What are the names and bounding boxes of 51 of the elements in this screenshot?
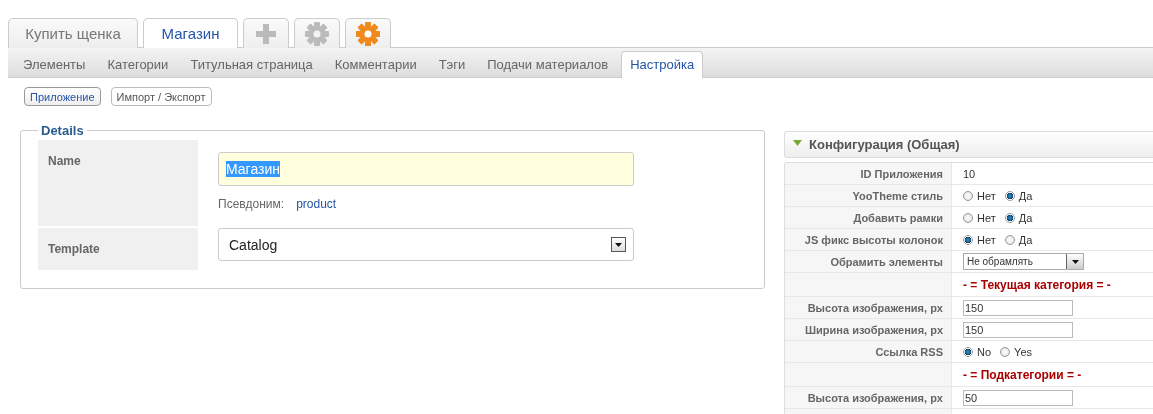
dropdown-arrow-icon xyxy=(1071,259,1079,264)
radio-option[interactable]: Нет xyxy=(963,189,996,202)
setting-label: JS фикс высоты колонок xyxy=(785,229,952,250)
setting-label: Добавить рамки xyxy=(785,207,952,228)
panel-header[interactable]: Конфигурация (Общая) xyxy=(784,131,1153,158)
radio-option[interactable]: Да xyxy=(1004,189,1033,202)
group-heading: - = Текущая категория = - xyxy=(963,277,1111,292)
tab[interactable] xyxy=(243,18,289,48)
nav-tab[interactable]: Тэги xyxy=(429,51,475,78)
gear-icon xyxy=(356,21,380,46)
nav-tab[interactable]: Элементы xyxy=(14,51,95,78)
setting-label: Ссылка RSS xyxy=(785,341,952,362)
section-title: Details xyxy=(40,123,85,138)
select-field[interactable]: Не обрамлять xyxy=(963,253,1084,270)
gear-icon xyxy=(305,21,329,46)
setting-label: ID Приложения xyxy=(785,163,952,184)
tab[interactable] xyxy=(345,18,391,48)
tab[interactable]: Купить щенка xyxy=(8,18,138,48)
field-label: Name xyxy=(38,140,198,226)
number-input[interactable]: 150 xyxy=(963,321,1073,338)
setting-label: Высота изображения, px xyxy=(785,387,952,408)
triangle-icon xyxy=(793,140,802,149)
setting-label: YooTheme стиль xyxy=(785,185,952,206)
setting-label: Обрамить элементы xyxy=(785,251,952,272)
tab[interactable]: Магазин xyxy=(143,18,238,48)
plus-icon xyxy=(254,21,278,46)
radio-option[interactable]: No xyxy=(963,345,992,358)
tab[interactable] xyxy=(294,18,340,48)
section-button[interactable]: Приложение xyxy=(24,87,101,106)
radio-option[interactable]: Нет xyxy=(963,211,996,224)
nav-tab[interactable]: Категории xyxy=(98,51,178,78)
template-select[interactable]: Catalog xyxy=(218,228,634,261)
radio-option[interactable]: Нет xyxy=(963,233,996,246)
setting-label: Ширина изображения, px xyxy=(785,319,952,340)
group-heading: - = Подкатегории = - xyxy=(963,367,1082,382)
dropdown-arrow-icon xyxy=(615,242,622,247)
setting-label: Высота изображения, px xyxy=(785,297,952,318)
nav-tab[interactable]: Титульная страница xyxy=(181,51,322,78)
alias-value: product xyxy=(296,197,337,211)
radio-option[interactable]: Да xyxy=(1004,233,1033,246)
nav-tab[interactable]: Подачи материалов xyxy=(478,51,618,78)
radio-option[interactable]: Yes xyxy=(1000,345,1032,358)
nav-tab[interactable]: Настройка xyxy=(621,51,704,78)
nav-tab[interactable]: Комментарии xyxy=(325,51,426,78)
setting-value: 10 xyxy=(963,167,976,180)
number-input[interactable]: 150 xyxy=(963,299,1073,316)
section-button[interactable]: Импорт / Экспорт xyxy=(110,87,212,106)
number-input[interactable]: 50 xyxy=(963,389,1073,406)
radio-option[interactable]: Да xyxy=(1004,211,1033,224)
field-label: Template xyxy=(38,228,198,270)
alias-label: Псевдоним: xyxy=(218,197,285,211)
